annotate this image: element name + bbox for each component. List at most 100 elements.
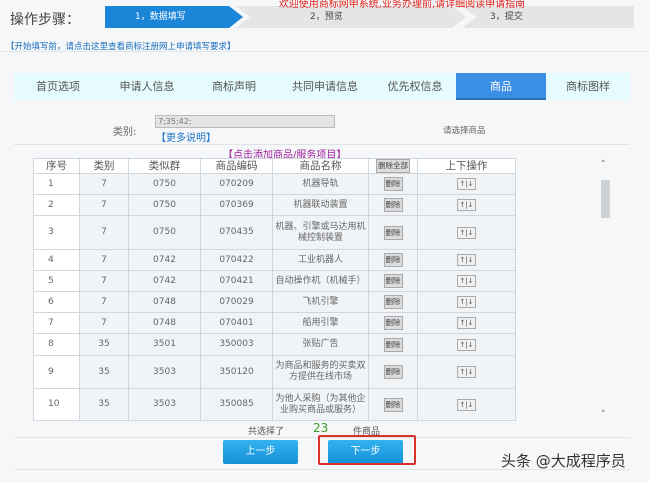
tab-priority-info[interactable]: 优先权信息 xyxy=(374,73,456,100)
tab-joint-application[interactable]: 共同申请信息 xyxy=(276,73,374,100)
header-name: 商品名称 xyxy=(272,158,369,174)
table-row: 9 35 3503 350120 为商品和服务的买卖双方提供在线市场 删除 ↑|↓ xyxy=(33,355,516,389)
row-seq: 1 xyxy=(33,173,80,195)
row-group: 3501 xyxy=(128,333,201,356)
table-row: 3 7 0750 070435 机器、引擎或马达用机械控制装置 删除 ↑|↓ xyxy=(33,215,516,250)
delete-button[interactable]: 删除 xyxy=(383,365,403,379)
divider xyxy=(0,51,649,52)
scrollbar-thumb[interactable] xyxy=(601,180,610,218)
tab-trademark-image[interactable]: 商标图样 xyxy=(546,73,630,100)
row-seq: 9 xyxy=(33,355,80,389)
delete-button[interactable]: 删除 xyxy=(383,295,403,309)
row-name: 飞机引擎 xyxy=(272,291,369,313)
move-up-down-buttons[interactable]: ↑|↓ xyxy=(457,296,476,308)
row-seq: 2 xyxy=(33,194,80,216)
goods-table: 序号 类别 类似群 商品编码 商品名称 删除全部 上下操作 1 7 0750 0702… xyxy=(33,158,516,421)
row-seq: 3 xyxy=(33,215,80,250)
delete-all-button[interactable]: 删除全部 xyxy=(376,159,410,173)
scroll-up-icon[interactable]: ˄ xyxy=(601,160,606,170)
delete-button[interactable]: 删除 xyxy=(383,253,403,267)
selected-prefix: 共选择了 xyxy=(248,427,285,437)
table-row: 10 35 3503 350085 为他人采购（为其他企业购买商品或服务） 删除 ↑|↓ xyxy=(33,388,516,421)
row-code: 350003 xyxy=(200,333,273,356)
row-name: 为商品和服务的买卖双方提供在线市场 xyxy=(272,355,369,389)
row-group: 0742 xyxy=(128,249,201,271)
row-seq: 8 xyxy=(33,333,80,356)
choose-goods-hint: 请选择商品 xyxy=(443,126,486,136)
more-info-link[interactable]: 【更多说明】 xyxy=(156,129,216,144)
row-group: 0742 xyxy=(128,270,201,292)
tab-applicant-info[interactable]: 申请人信息 xyxy=(102,73,192,100)
table-row: 2 7 0750 070369 机器联动装置 删除 ↑|↓ xyxy=(33,194,516,216)
highlight-box xyxy=(318,435,416,465)
row-class: 7 xyxy=(79,312,129,334)
move-up-down-buttons[interactable]: ↑|↓ xyxy=(457,226,476,239)
row-group: 0750 xyxy=(128,194,201,216)
table-row: 8 35 3501 350003 张贴广告 删除 ↑|↓ xyxy=(33,333,516,356)
row-class: 35 xyxy=(79,333,129,356)
move-up-down-buttons[interactable]: ↑|↓ xyxy=(457,398,476,411)
row-code: 070369 xyxy=(200,194,273,216)
delete-button[interactable]: 删除 xyxy=(383,316,403,330)
table-scrollbar[interactable]: ˄ ˅ xyxy=(598,158,614,420)
tab-bar: 首页选项 申请人信息 商标声明 共同申请信息 优先权信息 商品 商标图样 xyxy=(14,73,630,100)
scroll-down-icon[interactable]: ˅ xyxy=(601,410,606,420)
row-group: 0750 xyxy=(128,173,201,195)
row-seq: 5 xyxy=(33,270,80,292)
delete-button[interactable]: 删除 xyxy=(383,225,403,240)
row-class: 7 xyxy=(79,291,129,313)
row-group: 3503 xyxy=(128,388,201,421)
delete-button[interactable]: 删除 xyxy=(383,198,403,212)
move-up-down-buttons[interactable]: ↑|↓ xyxy=(457,317,476,329)
category-label: 类别: xyxy=(113,127,137,138)
row-group: 3503 xyxy=(128,355,201,389)
table-row: 6 7 0748 070029 飞机引擎 删除 ↑|↓ xyxy=(33,291,516,313)
row-class: 35 xyxy=(79,355,129,389)
selected-count: 23 xyxy=(313,421,329,435)
row-seq: 10 xyxy=(33,388,80,421)
table-row: 4 7 0742 070422 工业机器人 删除 ↑|↓ xyxy=(33,249,516,271)
previous-step-button[interactable]: 上一步 xyxy=(223,440,298,464)
row-name: 工业机器人 xyxy=(272,249,369,271)
table-row: 1 7 0750 070209 机器导轨 删除 ↑|↓ xyxy=(33,173,516,195)
delete-button[interactable]: 删除 xyxy=(383,337,403,352)
welcome-notice[interactable]: 欢迎使用商标网申系统,业务办理前,请详细阅读申请指南 xyxy=(222,0,582,10)
header-code: 商品编码 xyxy=(200,158,273,174)
row-group: 0748 xyxy=(128,291,201,313)
move-up-down-buttons[interactable]: ↑|↓ xyxy=(457,199,476,211)
table-row: 7 7 0748 070401 船用引擎 删除 ↑|↓ xyxy=(33,312,516,334)
tab-goods[interactable]: 商品 xyxy=(456,73,546,100)
tab-trademark-statement[interactable]: 商标声明 xyxy=(192,73,276,100)
move-up-down-buttons[interactable]: ↑|↓ xyxy=(457,178,476,190)
row-name: 为他人采购（为其他企业购买商品或服务） xyxy=(272,388,369,421)
row-group: 0750 xyxy=(128,215,201,250)
move-up-down-buttons[interactable]: ↑|↓ xyxy=(457,254,476,266)
row-name: 自动操作机（机械手） xyxy=(272,270,369,292)
delete-button[interactable]: 删除 xyxy=(383,177,403,191)
row-class: 7 xyxy=(79,215,129,250)
row-class: 7 xyxy=(79,194,129,216)
move-up-down-buttons[interactable]: ↑|↓ xyxy=(457,275,476,287)
category-input[interactable]: 7;35;42; xyxy=(155,115,335,128)
row-code: 070029 xyxy=(200,291,273,313)
watermark: 头条 @大成程序员 xyxy=(501,452,626,470)
delete-button[interactable]: 删除 xyxy=(383,274,403,288)
move-up-down-buttons[interactable]: ↑|↓ xyxy=(457,366,476,378)
row-name: 机器导轨 xyxy=(272,173,369,195)
row-code: 070435 xyxy=(200,215,273,250)
divider xyxy=(14,144,630,145)
row-name: 船用引擎 xyxy=(272,312,369,334)
delete-button[interactable]: 删除 xyxy=(383,397,403,412)
header-class: 类别 xyxy=(79,158,129,174)
row-code: 070401 xyxy=(200,312,273,334)
row-group: 0748 xyxy=(128,312,201,334)
move-up-down-buttons[interactable]: ↑|↓ xyxy=(457,338,476,351)
row-class: 35 xyxy=(79,388,129,421)
row-seq: 7 xyxy=(33,312,80,334)
header-seq: 序号 xyxy=(33,158,80,174)
header-group: 类似群 xyxy=(128,158,201,174)
row-seq: 4 xyxy=(33,249,80,271)
row-class: 7 xyxy=(79,173,129,195)
row-seq: 6 xyxy=(33,291,80,313)
tab-home-options[interactable]: 首页选项 xyxy=(14,73,102,100)
